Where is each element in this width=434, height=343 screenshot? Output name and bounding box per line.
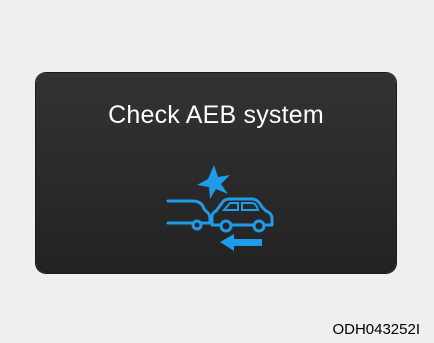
rear-car-icon [166, 199, 212, 225]
aeb-collision-warning-icon [166, 165, 274, 251]
cluster-display-panel: Check AEB system [36, 73, 396, 273]
warning-message: Check AEB system [108, 101, 324, 129]
arrow-left-icon [220, 234, 262, 251]
page: Check AEB system ODH043252I [0, 0, 434, 343]
figure-code: ODH043252I [332, 321, 420, 338]
impact-star-icon [197, 165, 230, 199]
